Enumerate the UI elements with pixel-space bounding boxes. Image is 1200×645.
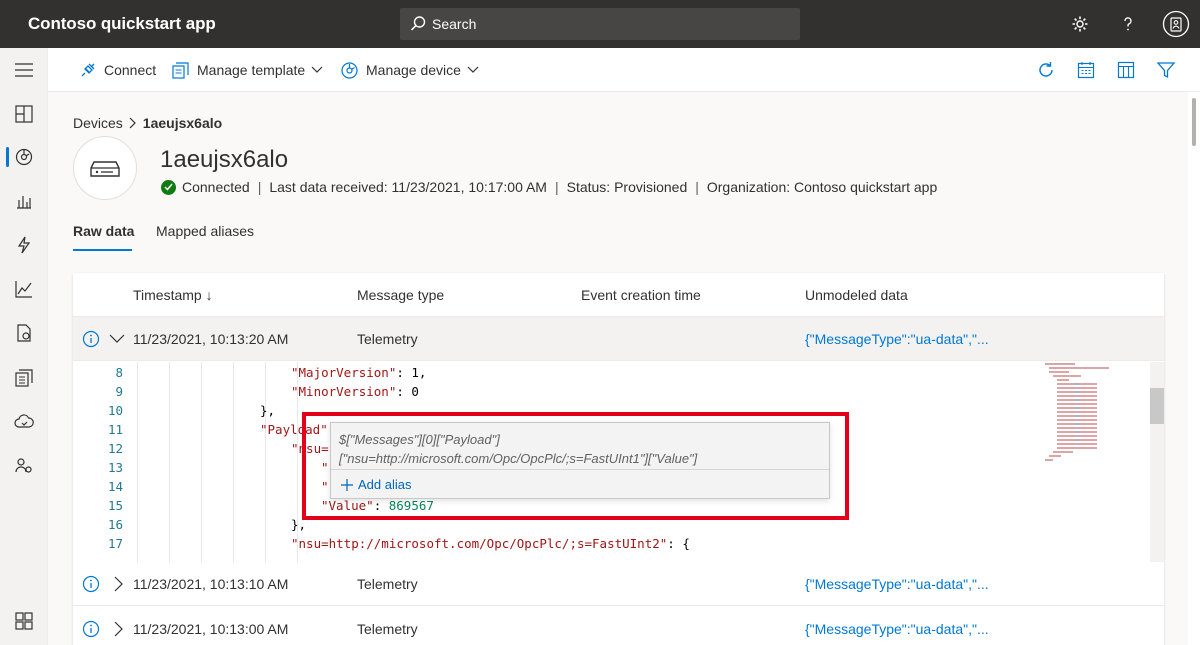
line-number: 10 (107, 403, 123, 418)
permissions-icon[interactable] (0, 446, 48, 486)
cell-unmodeled-data-link[interactable]: {"MessageType":"ua-data","... (805, 621, 989, 637)
app-settings-icon[interactable] (0, 601, 48, 641)
account-avatar-icon[interactable] (1162, 10, 1190, 38)
manage-device-button[interactable]: Manage device (341, 48, 479, 92)
search-placeholder: Search (432, 16, 477, 32)
device-groups-icon[interactable] (0, 181, 48, 221)
code-line: "MajorVersion": 1, (291, 365, 427, 380)
connect-label: Connect (104, 62, 157, 78)
cell-unmodeled-data-link[interactable]: {"MessageType":"ua-data","... (805, 331, 989, 347)
manage-template-button[interactable]: Manage template (172, 48, 323, 92)
column-header-message-type[interactable]: Message type (357, 287, 444, 303)
plug-icon (81, 63, 95, 77)
info-icon[interactable] (82, 330, 100, 348)
calendar-icon[interactable] (1075, 59, 1097, 81)
chevron-right-icon (129, 117, 136, 129)
cell-message-type: Telemetry (357, 621, 418, 637)
table-row[interactable]: 11/23/2021, 10:13:20 AM Telemetry {"Mess… (73, 317, 1164, 361)
provisioning-status: Status: Provisioned (566, 179, 688, 195)
top-bar: Contoso quickstart app Search (0, 0, 1200, 48)
search-icon (410, 16, 426, 31)
main-content: Devices 1aeujsx6alo 1aeujsx6alo Connecte… (48, 92, 1188, 645)
chevron-down-icon[interactable] (109, 331, 125, 347)
code-line: "MinorVersion": 0 (291, 384, 419, 399)
device-status-line: Connected | Last data received: 11/23/20… (161, 179, 937, 195)
cell-timestamp: 11/23/2021, 10:13:10 AM (133, 576, 289, 592)
device-avatar (73, 136, 137, 200)
manage-device-label: Manage device (366, 62, 461, 78)
code-scrollbar-thumb[interactable] (1150, 388, 1164, 424)
organization: Organization: Contoso quickstart app (706, 179, 938, 195)
code-minimap[interactable] (1035, 362, 1155, 482)
info-icon[interactable] (82, 620, 100, 638)
line-number: 11 (107, 422, 123, 437)
connected-check-icon (161, 179, 176, 195)
template-icon (172, 61, 189, 79)
line-number: 13 (107, 460, 123, 475)
line-number: 16 (107, 517, 123, 532)
column-header-event-creation-time[interactable]: Event creation time (581, 287, 701, 303)
table-row[interactable]: 11/23/2021, 10:13:00 AM Telemetry {"Mess… (73, 607, 1164, 645)
device-name-heading: 1aeujsx6alo (160, 146, 289, 173)
line-number: 9 (115, 384, 123, 399)
chevron-right-icon[interactable] (111, 576, 127, 592)
connect-button[interactable]: Connect (80, 48, 156, 92)
edit-columns-icon[interactable] (1115, 59, 1137, 81)
chevron-down-icon (311, 66, 323, 73)
chevron-down-icon (467, 66, 479, 73)
line-number: 15 (107, 498, 123, 513)
cell-message-type: Telemetry (357, 576, 418, 592)
page-scrollbar[interactable] (1188, 92, 1200, 645)
line-number: 8 (115, 365, 123, 380)
device-templates-icon[interactable] (0, 358, 48, 398)
breadcrumb-current: 1aeujsx6alo (142, 115, 223, 131)
settings-gear-icon[interactable] (1068, 12, 1092, 36)
red-highlight-annotation (302, 412, 849, 520)
device-gear-icon (341, 61, 358, 79)
code-line: }, (260, 403, 276, 418)
command-bar: Connect Manage template Manage device (48, 48, 1200, 92)
device-icon (90, 161, 120, 177)
page-scrollbar-thumb[interactable] (1192, 98, 1196, 146)
tab-mapped-aliases[interactable]: Mapped aliases (156, 223, 254, 239)
breadcrumb-devices-link[interactable]: Devices (73, 115, 123, 131)
line-number: 12 (107, 441, 123, 456)
line-number: 14 (107, 479, 123, 494)
data-export-icon[interactable] (0, 402, 48, 442)
jobs-icon[interactable] (0, 313, 48, 353)
search-box[interactable]: Search (400, 8, 800, 40)
cell-unmodeled-data-link[interactable]: {"MessageType":"ua-data","... (805, 576, 989, 592)
devices-nav-icon[interactable] (0, 137, 48, 177)
left-nav-rail (0, 48, 48, 645)
manage-template-label: Manage template (197, 62, 306, 78)
hamburger-menu-icon[interactable] (0, 50, 48, 90)
last-data-received: Last data received: 11/23/2021, 10:17:00… (269, 179, 547, 195)
cell-message-type: Telemetry (357, 331, 418, 347)
dashboard-icon[interactable] (0, 94, 48, 134)
filter-icon[interactable] (1155, 59, 1177, 81)
analytics-icon[interactable] (0, 269, 48, 309)
table-header: Timestamp ↓ Message type Event creation … (73, 273, 1164, 317)
info-icon[interactable] (82, 575, 100, 593)
breadcrumb: Devices 1aeujsx6alo (73, 115, 222, 131)
refresh-icon[interactable] (1035, 59, 1057, 81)
help-icon[interactable] (1116, 12, 1140, 36)
line-number: 17 (107, 536, 123, 551)
column-header-timestamp[interactable]: Timestamp ↓ (133, 287, 213, 303)
cell-timestamp: 11/23/2021, 10:13:20 AM (133, 331, 289, 347)
app-title[interactable]: Contoso quickstart app (28, 14, 216, 34)
chevron-right-icon[interactable] (111, 621, 127, 637)
code-line: "nsu=http://microsoft.com/Opc/OpcPlc/;s=… (291, 536, 690, 551)
column-header-unmodeled-data[interactable]: Unmodeled data (805, 287, 908, 303)
tab-raw-data[interactable]: Raw data (73, 223, 134, 251)
table-row[interactable]: 11/23/2021, 10:13:10 AM Telemetry {"Mess… (73, 562, 1164, 606)
connection-status: Connected (182, 179, 250, 195)
rules-icon[interactable] (0, 225, 48, 265)
cell-timestamp: 11/23/2021, 10:13:00 AM (133, 621, 289, 637)
